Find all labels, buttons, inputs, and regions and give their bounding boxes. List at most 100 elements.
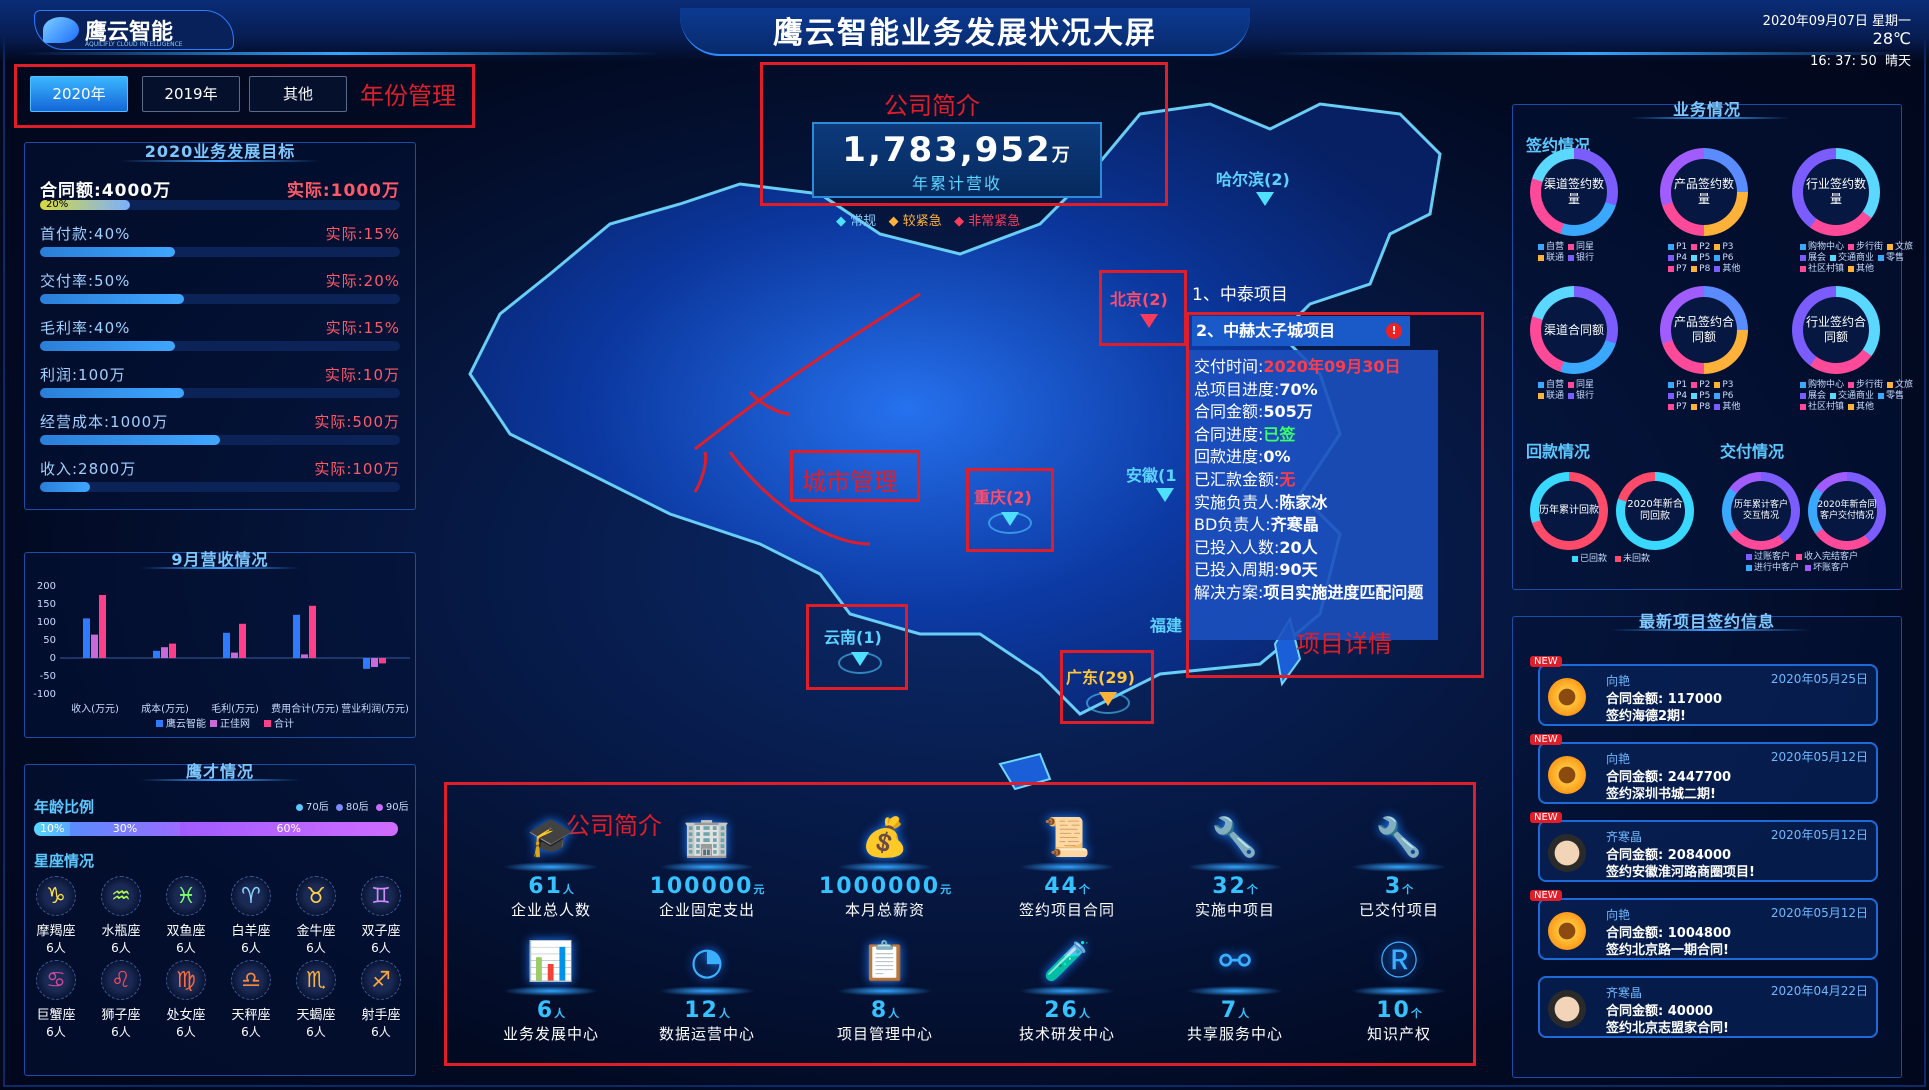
city-beijing[interactable]: 北京(2) <box>1110 286 1168 310</box>
legend-label: 正佳网 <box>220 717 250 730</box>
tab-2019[interactable]: 2019年 <box>142 76 240 112</box>
news-item[interactable]: 齐寒晶 合同金额: 40000 签约北京志盟家合同! 2020年04月22日 <box>1538 976 1878 1038</box>
donut-donuts_row2-2: 行业签约合同额 <box>1792 286 1880 374</box>
city-guangdong[interactable]: 广东(29) <box>1066 664 1135 688</box>
legend-entry: 零售 <box>1878 391 1904 401</box>
donut-center: 行业签约数量 <box>1803 159 1869 225</box>
legend-text: P3 <box>1722 242 1734 252</box>
legend-entry: P8 <box>1691 264 1710 274</box>
news-item[interactable]: NEW 齐寒晶 合同金额: 2084000 签约安徽淮河路商圈项目! 2020年05月1… <box>1530 812 1878 882</box>
stat-value: 10 <box>1376 998 1411 1023</box>
bar-3-2 <box>309 605 316 658</box>
goal-progress-fill <box>40 341 175 351</box>
zodiac-count: 6人 <box>176 1025 196 1039</box>
zodiac-item: ♐ 射手座 6人 <box>349 960 413 1040</box>
legend-text: 自营 <box>1546 380 1565 390</box>
legend-text: 文旅 <box>1895 380 1914 390</box>
legend-very-urgent: 非常紧急 <box>968 214 1021 229</box>
business-title-underline <box>1630 117 1790 119</box>
city-anhui[interactable]: 安徽(1 <box>1126 462 1176 486</box>
legend-text: 未回款 <box>1623 554 1651 564</box>
legend-swatch <box>1800 254 1806 261</box>
legend-text: P1 <box>1676 380 1688 390</box>
zodiac-count: 6人 <box>306 941 326 955</box>
stat-value-line: 32个 <box>1150 874 1320 899</box>
bar-4-1 <box>371 658 378 667</box>
legend-text: 展会 <box>1808 253 1827 263</box>
legend-entry: P1 <box>1668 242 1687 252</box>
legend-entry: 银行 <box>1568 391 1594 401</box>
zodiac-name: 双鱼座 <box>166 924 206 939</box>
legend-entry: 社区村镇 <box>1800 264 1844 274</box>
legend-swatch <box>1691 392 1698 399</box>
stat-row2-4-icon: ⚯ <box>1219 939 1251 983</box>
gem-harbin-icon <box>1256 192 1274 206</box>
legend-entry: 其他 <box>1848 264 1874 274</box>
stat-unit: 人 <box>562 883 574 896</box>
datetime-widget: 2020年09月07日 星期一28℃ 16: 37: 50 晴天 <box>1721 10 1911 69</box>
gem-chongqing-icon <box>1001 512 1019 526</box>
legend-text: 过账客户 <box>1754 552 1791 562</box>
donut-center: 历年累计客户交互情况 <box>1731 481 1791 541</box>
zodiac-count: 6人 <box>371 941 391 955</box>
city-fujian[interactable]: 福建 <box>1150 612 1182 636</box>
stat-unit: 人 <box>554 1007 566 1020</box>
legend-swatch <box>1848 381 1855 388</box>
legend-text: 联通 <box>1546 253 1565 263</box>
stat-label: 签约项目合同 <box>1018 901 1115 919</box>
zodiac-item: ♒ 水瓶座 6人 <box>89 876 153 956</box>
eagle-logo-icon <box>43 17 79 43</box>
tab-other[interactable]: 其他 <box>249 76 347 112</box>
goals-title: 2020业务发展目标 <box>144 142 296 161</box>
legend-text: P4 <box>1676 391 1688 401</box>
stat-label: 已交付项目 <box>1358 901 1439 919</box>
legend-entry: 收入完结客户 <box>1796 552 1858 562</box>
news-name: 齐寒晶 <box>1606 830 1643 844</box>
stat-label: 数据运营中心 <box>658 1025 755 1043</box>
news-message: 签约海德2期! <box>1606 709 1686 724</box>
news-date: 2020年05月25日 <box>1770 672 1868 686</box>
stat-row1-0-icon: 🎓 <box>527 815 575 859</box>
date-text: 2020年09月07日 <box>1762 14 1868 29</box>
annotation-city-management: 城市管理 <box>802 468 898 496</box>
city-chongqing[interactable]: 重庆(2) <box>974 484 1032 508</box>
city-harbin[interactable]: 哈尔滨(2) <box>1216 166 1290 190</box>
tab-2020[interactable]: 2020年 <box>30 76 128 112</box>
stat-item: 🧪 26人 技术研发中心 <box>982 932 1152 1044</box>
legend-swatch <box>1538 254 1544 261</box>
news-date: 2020年05月12日 <box>1770 750 1868 764</box>
stat-label: 技术研发中心 <box>1018 1025 1115 1043</box>
stat-label: 知识产权 <box>1366 1025 1431 1043</box>
stat-item: 💰 1000000元 本月总薪资 <box>800 808 970 920</box>
stat-unit: 元 <box>940 883 952 896</box>
zodiac-name: 白羊座 <box>231 924 271 939</box>
legend-text: P8 <box>1699 264 1711 274</box>
legend-swatch <box>1568 381 1575 388</box>
donut-legend: P1 P2 P3 P4 P5 P6 P7 P8 其他 <box>1668 242 1744 275</box>
goal-progress-track <box>40 482 400 492</box>
sunflower-avatar-icon <box>1548 678 1586 716</box>
city-yunnan[interactable]: 云南(1) <box>824 624 882 648</box>
goal-row: 利润:100万 实际:10万 <box>40 364 400 400</box>
stat-row2-0-icon: 📊 <box>527 939 575 983</box>
stat-item: ⚯ 7人 共享服务中心 <box>1150 932 1320 1044</box>
bar-0-2 <box>99 595 106 658</box>
stat-label: 项目管理中心 <box>836 1025 933 1043</box>
legend-entry: 交通商业 <box>1830 253 1874 263</box>
revenue-bar-chart: 200 150 100 50 0 -50 -100 收入(万元) 成本(万元) 毛利(万元) 费用合… <box>33 581 410 730</box>
gem-urgent-icon: ◆ <box>888 214 899 229</box>
news-item[interactable]: NEW 向艳 合同金额: 117000 签约海德2期! 2020年05月25日 <box>1530 656 1878 726</box>
age-legend: 70后 80后 90后 <box>296 798 409 813</box>
legend-urgent: 较紧急 <box>902 214 942 229</box>
news-item[interactable]: NEW 向艳 合同金额: 2447700 签约深圳书城二期! 2020年05月12日 <box>1530 734 1878 804</box>
stat-value: 7 <box>1220 998 1239 1023</box>
legend-entry: P4 <box>1668 253 1687 263</box>
zodiac-item: ♎ 天秤座 6人 <box>219 960 283 1040</box>
goal-label: 毛利率:40% <box>40 319 131 337</box>
project-list-item-1[interactable]: 1、中泰项目 <box>1192 280 1288 305</box>
stat-row1-4-icon: 🔧 <box>1211 815 1259 859</box>
legend-entry: 联通 <box>1538 253 1564 263</box>
news-item[interactable]: NEW 向艳 合同金额: 1004800 签约北京路一期合同! 2020年05月12日 <box>1530 890 1878 960</box>
header: 鹰云智能 AQUILIFLY CLOUD INTELLIGENCE 鹰云智能业务… <box>0 0 1929 69</box>
stat-value: 8 <box>870 998 889 1023</box>
